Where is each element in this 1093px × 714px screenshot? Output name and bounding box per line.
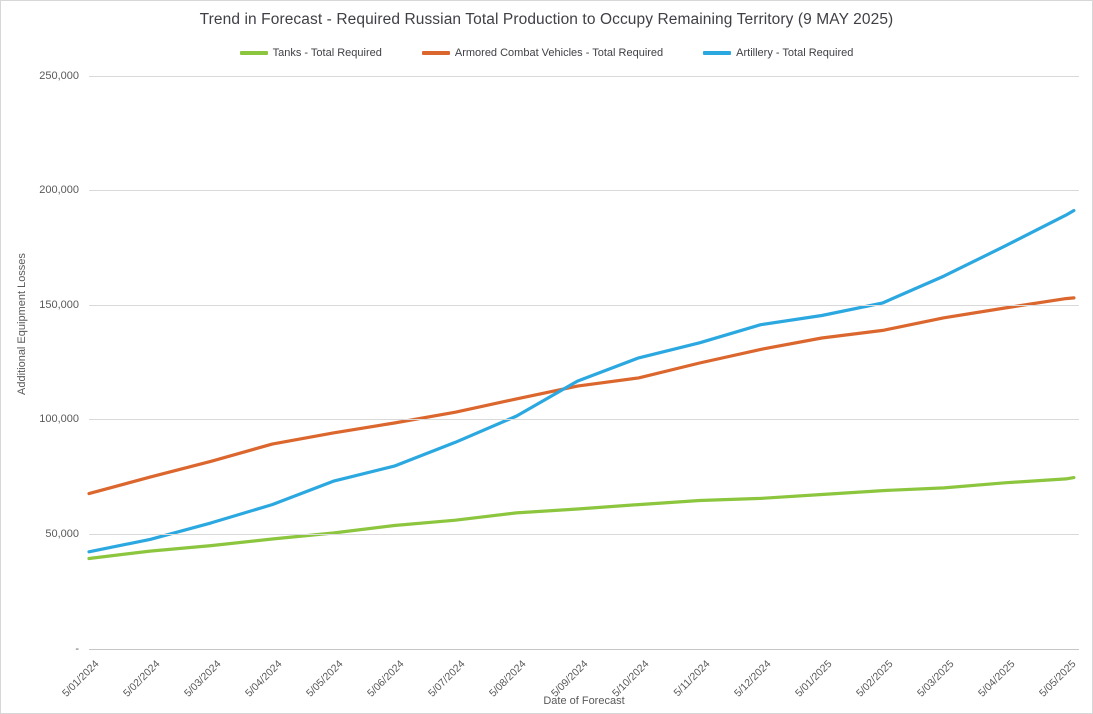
y-tick-label: 150,000 [1, 299, 79, 311]
series-line-tanks-total-required[interactable] [89, 478, 1074, 559]
y-tick-label: 100,000 [1, 413, 79, 425]
y-tick-label: 200,000 [1, 184, 79, 196]
y-gridline [89, 76, 1079, 77]
y-gridline [89, 419, 1079, 420]
y-tick-label: - [1, 643, 79, 655]
series-line-artillery-total-required[interactable] [89, 211, 1074, 552]
series-line-armored-combat-vehicles-total-required[interactable] [89, 298, 1074, 494]
plot-area [1, 1, 1093, 714]
chart-canvas: Trend in Forecast - Required Russian Tot… [0, 0, 1093, 714]
y-tick-label: 250,000 [1, 70, 79, 82]
y-gridline [89, 305, 1079, 306]
y-gridline [89, 534, 1079, 535]
y-tick-label: 50,000 [1, 528, 79, 540]
y-gridline [89, 190, 1079, 191]
y-gridline [89, 649, 1079, 650]
